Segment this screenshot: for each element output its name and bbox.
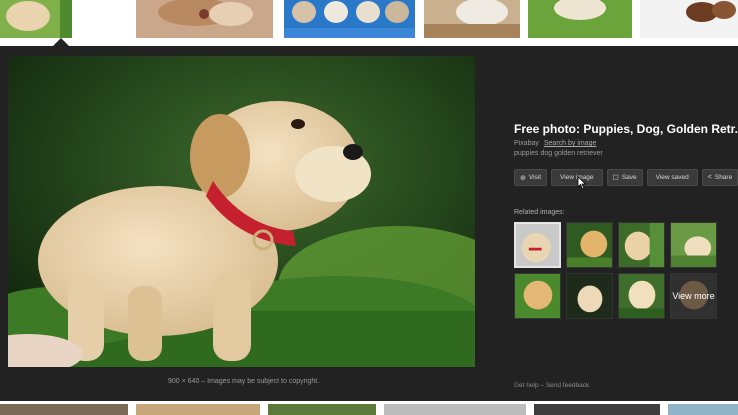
share-icon: < bbox=[707, 174, 712, 181]
send-feedback-link[interactable]: Send feedback bbox=[546, 382, 589, 389]
result-thumbnail[interactable] bbox=[424, 0, 520, 38]
related-image[interactable] bbox=[566, 273, 613, 319]
globe-icon: ⊕ bbox=[520, 174, 526, 182]
related-image[interactable] bbox=[514, 222, 561, 268]
result-thumbnail[interactable] bbox=[0, 404, 128, 415]
related-images-grid: View more bbox=[514, 222, 717, 319]
view-more-tile[interactable]: View more bbox=[670, 273, 717, 319]
view-more-label: View more bbox=[671, 274, 716, 318]
related-image[interactable] bbox=[670, 222, 717, 268]
related-image[interactable] bbox=[618, 222, 665, 268]
preview-image[interactable] bbox=[8, 56, 475, 367]
image-preview-panel: 900 × 640 – Images may be subject to cop… bbox=[0, 46, 738, 401]
related-images-heading: Related images: bbox=[514, 209, 565, 216]
result-thumbnail[interactable] bbox=[534, 404, 660, 415]
result-thumbnail[interactable] bbox=[268, 404, 376, 415]
get-help-link[interactable]: Get help bbox=[514, 382, 539, 389]
image-title[interactable]: Free photo: Puppies, Dog, Golden Retr... bbox=[514, 122, 738, 136]
bookmark-icon: ☐ bbox=[612, 174, 619, 182]
result-thumbnail[interactable] bbox=[668, 404, 738, 415]
mouse-cursor-icon bbox=[577, 176, 587, 195]
search-by-image-link[interactable]: Search by image bbox=[544, 140, 597, 147]
share-button[interactable]: < Share bbox=[701, 169, 738, 186]
visit-button[interactable]: ⊕ Visit bbox=[514, 169, 548, 186]
related-image[interactable] bbox=[514, 273, 561, 319]
visit-label: Visit bbox=[528, 174, 542, 181]
result-thumbnail[interactable] bbox=[528, 0, 632, 38]
result-thumbnail[interactable] bbox=[284, 0, 415, 38]
image-info: Free photo: Puppies, Dog, Golden Retr...… bbox=[514, 122, 738, 157]
result-thumbnail[interactable] bbox=[640, 0, 738, 38]
result-thumbnail[interactable] bbox=[384, 404, 526, 415]
image-description: puppies dog golden retriever bbox=[514, 150, 603, 157]
image-size-caption: 900 × 640 – Images may be subject to cop… bbox=[168, 378, 320, 385]
save-label: Save bbox=[621, 174, 637, 181]
view-saved-label: View saved bbox=[655, 174, 689, 181]
view-saved-button[interactable]: View saved bbox=[646, 169, 698, 186]
result-thumbnail[interactable] bbox=[0, 0, 72, 38]
result-thumbnail[interactable] bbox=[136, 0, 273, 38]
footer-separator: – bbox=[538, 382, 546, 389]
source-name[interactable]: Pixabay bbox=[514, 140, 539, 147]
footer-links: Get help – Send feedback bbox=[514, 382, 589, 389]
action-buttons: ⊕ Visit View image ☐ Save View saved < S… bbox=[514, 169, 738, 186]
result-thumbnail[interactable] bbox=[136, 404, 260, 415]
share-label: Share bbox=[714, 174, 733, 181]
related-image[interactable] bbox=[566, 222, 613, 268]
source-row: Pixabay Search by image bbox=[514, 140, 738, 147]
save-button[interactable]: ☐ Save bbox=[606, 169, 643, 186]
related-image[interactable] bbox=[618, 273, 665, 319]
